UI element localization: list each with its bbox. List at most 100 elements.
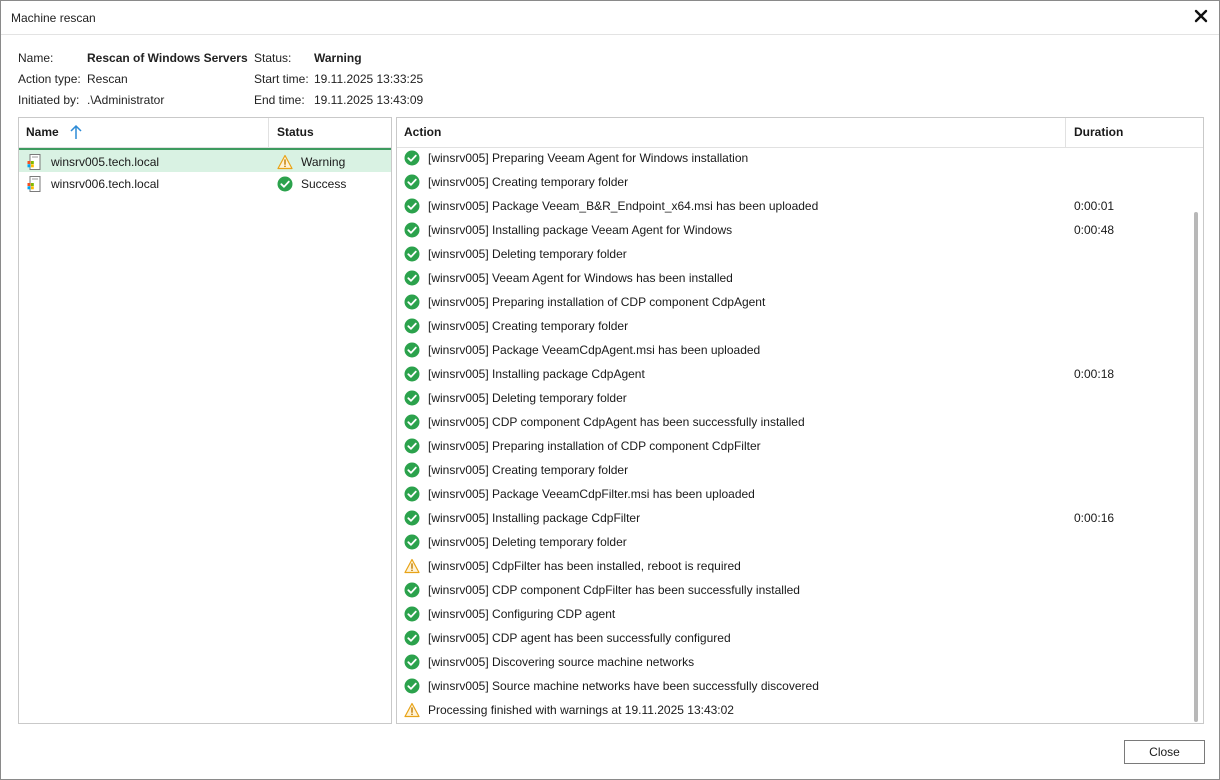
success-icon	[404, 294, 420, 310]
success-icon	[404, 678, 420, 694]
action-row[interactable]: [winsrv005] Preparing installation of CD…	[397, 435, 1192, 459]
action-row[interactable]: [winsrv005] Installing package CdpFilter…	[397, 507, 1192, 531]
action-row[interactable]: [winsrv005] Package VeeamCdpAgent.msi ha…	[397, 339, 1192, 363]
action-row[interactable]: [winsrv005] Creating temporary folder	[397, 315, 1192, 339]
success-icon	[404, 390, 420, 406]
action-row[interactable]: [winsrv005] CDP component CdpAgent has b…	[397, 411, 1192, 435]
windows-server-icon	[27, 176, 43, 192]
end-time-value: 19.11.2025 13:43:09	[314, 93, 424, 107]
action-text: [winsrv005] Veeam Agent for Windows has …	[428, 271, 733, 285]
action-row[interactable]: [winsrv005] Package Veeam_B&R_Endpoint_x…	[397, 195, 1192, 219]
column-header-duration[interactable]: Duration	[1074, 125, 1123, 139]
action-text: [winsrv005] Preparing Veeam Agent for Wi…	[428, 151, 749, 165]
title-bar: Machine rescan	[1, 1, 1219, 35]
success-icon	[404, 150, 420, 166]
scrollbar-thumb[interactable]	[1194, 212, 1198, 722]
start-time-value: 19.11.2025 13:33:25	[314, 72, 424, 86]
action-row[interactable]: Processing finished with warnings at 19.…	[397, 699, 1192, 723]
success-icon	[404, 486, 420, 502]
sort-ascending-icon[interactable]	[69, 124, 83, 140]
action-row[interactable]: [winsrv005] Configuring CDP agent	[397, 603, 1192, 627]
machine-name: winsrv005.tech.local	[51, 155, 160, 169]
machine-row[interactable]: winsrv006.tech.local Success	[19, 172, 391, 196]
action-row[interactable]: [winsrv005] Creating temporary folder	[397, 459, 1192, 483]
action-row[interactable]: [winsrv005] Preparing installation of CD…	[397, 291, 1192, 315]
machine-status: Warning	[301, 155, 346, 169]
action-row[interactable]: [winsrv005] Creating temporary folder	[397, 171, 1192, 195]
success-icon	[404, 246, 420, 262]
action-text: Processing finished with warnings at 19.…	[428, 703, 734, 717]
name-label: Name:	[18, 51, 54, 65]
success-icon	[404, 606, 420, 622]
action-text: [winsrv005] Source machine networks have…	[428, 679, 819, 693]
column-separator[interactable]	[268, 118, 269, 148]
initiated-by-value: .\Administrator	[87, 93, 165, 107]
windows-server-icon	[27, 154, 43, 170]
actions-header: Action Duration	[397, 118, 1203, 148]
success-icon	[404, 582, 420, 598]
close-icon[interactable]	[1193, 8, 1209, 24]
success-icon	[404, 630, 420, 646]
machine-name: winsrv006.tech.local	[51, 177, 160, 191]
success-icon	[404, 198, 420, 214]
end-time-label: End time:	[254, 93, 305, 107]
action-row[interactable]: [winsrv005] Deleting temporary folder	[397, 243, 1192, 267]
success-icon	[404, 462, 420, 478]
action-text: [winsrv005] Preparing installation of CD…	[428, 295, 766, 309]
machine-row[interactable]: winsrv005.tech.local Warning	[19, 148, 391, 172]
success-icon	[404, 438, 420, 454]
success-icon	[404, 318, 420, 334]
action-text: [winsrv005] CdpFilter has been installed…	[428, 559, 741, 573]
success-icon	[404, 654, 420, 670]
success-icon	[277, 176, 293, 192]
action-text: [winsrv005] Creating temporary folder	[428, 175, 629, 189]
action-text: [winsrv005] Installing package CdpAgent	[428, 367, 645, 381]
action-text: [winsrv005] Deleting temporary folder	[428, 391, 627, 405]
warning-icon	[277, 154, 293, 170]
action-text: [winsrv005] Package VeeamCdpFilter.msi h…	[428, 487, 755, 501]
vertical-scrollbar[interactable]	[1191, 149, 1201, 723]
action-duration: 0:00:48	[1074, 223, 1115, 237]
column-header-action[interactable]: Action	[404, 125, 441, 139]
close-button[interactable]: Close	[1124, 740, 1205, 764]
action-row[interactable]: [winsrv005] Installing package Veeam Age…	[397, 219, 1192, 243]
action-row[interactable]: [winsrv005] CDP agent has been successfu…	[397, 627, 1192, 651]
action-text: [winsrv005] Preparing installation of CD…	[428, 439, 761, 453]
action-text: [winsrv005] Package Veeam_B&R_Endpoint_x…	[428, 199, 819, 213]
machine-status: Success	[301, 177, 347, 191]
actions-log: Action Duration [winsrv005] Preparing Ve…	[396, 117, 1204, 724]
action-row[interactable]: [winsrv005] Veeam Agent for Windows has …	[397, 267, 1192, 291]
action-row[interactable]: [winsrv005] Preparing Veeam Agent for Wi…	[397, 147, 1192, 171]
action-text: [winsrv005] Deleting temporary folder	[428, 247, 627, 261]
action-row[interactable]: [winsrv005] CdpFilter has been installed…	[397, 555, 1192, 579]
success-icon	[404, 222, 420, 238]
name-value: Rescan of Windows Servers	[87, 51, 248, 65]
action-row[interactable]: [winsrv005] Discovering source machine n…	[397, 651, 1192, 675]
column-header-status[interactable]: Status	[277, 125, 314, 139]
action-row[interactable]: [winsrv005] Installing package CdpAgent 0…	[397, 363, 1192, 387]
machines-list: Name Status winsrv005.tech.local Warning w…	[18, 117, 392, 724]
action-row[interactable]: [winsrv005] Source machine networks have…	[397, 675, 1192, 699]
action-text: [winsrv005] CDP component CdpAgent has b…	[428, 415, 805, 429]
action-text: [winsrv005] Installing package Veeam Age…	[428, 223, 733, 237]
action-text: [winsrv005] Creating temporary folder	[428, 319, 629, 333]
window-title: Machine rescan	[11, 11, 96, 25]
action-text: [winsrv005] CDP agent has been successfu…	[428, 631, 731, 645]
action-row[interactable]: [winsrv005] CDP component CdpFilter has …	[397, 579, 1192, 603]
column-separator[interactable]	[1065, 118, 1066, 148]
start-time-label: Start time:	[254, 72, 309, 86]
success-icon	[404, 510, 420, 526]
success-icon	[404, 366, 420, 382]
action-row[interactable]: [winsrv005] Package VeeamCdpFilter.msi h…	[397, 483, 1192, 507]
warning-icon	[404, 702, 420, 718]
action-row[interactable]: [winsrv005] Deleting temporary folder	[397, 387, 1192, 411]
action-text: [winsrv005] CDP component CdpFilter has …	[428, 583, 800, 597]
action-type-label: Action type:	[18, 72, 81, 86]
action-duration: 0:00:01	[1074, 199, 1115, 213]
action-row[interactable]: [winsrv005] Deleting temporary folder	[397, 531, 1192, 555]
column-header-name[interactable]: Name	[26, 125, 59, 139]
status-value: Warning	[314, 51, 362, 65]
success-icon	[404, 270, 420, 286]
status-label: Status:	[254, 51, 292, 65]
success-icon	[404, 342, 420, 358]
